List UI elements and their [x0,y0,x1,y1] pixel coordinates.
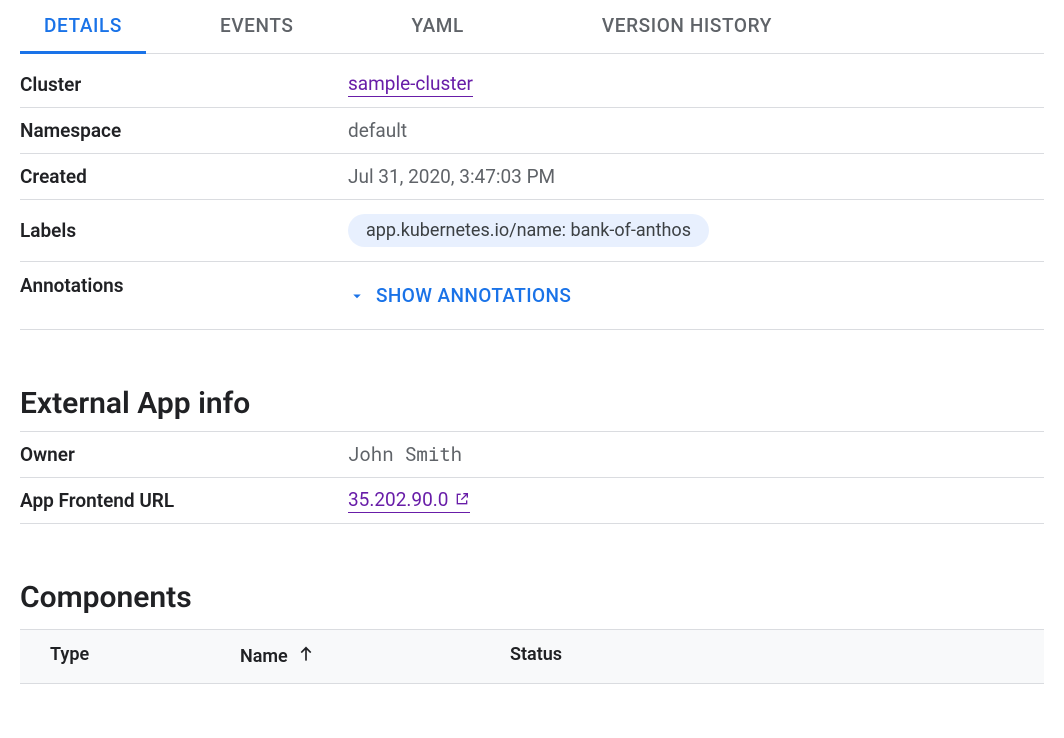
tabs-bar: DETAILS EVENTS YAML VERSION HISTORY [20,0,1044,54]
label-labels: Labels [20,219,348,242]
tab-details[interactable]: DETAILS [20,0,146,54]
label-frontend-url: App Frontend URL [20,489,348,512]
row-labels: Labels app.kubernetes.io/name: bank-of-a… [20,200,1044,262]
tab-events[interactable]: EVENTS [196,0,317,54]
label-namespace: Namespace [20,119,348,142]
column-header-status[interactable]: Status [510,644,1034,669]
label-owner: Owner [20,443,348,466]
row-cluster: Cluster sample-cluster [20,62,1044,108]
value-owner: John Smith [348,442,1044,467]
cluster-link[interactable]: sample-cluster [348,72,473,97]
column-header-name-label: Name [240,646,288,667]
row-annotations: Annotations SHOW ANNOTATIONS [20,262,1044,330]
column-header-type[interactable]: Type [30,644,240,669]
row-created: Created Jul 31, 2020, 3:47:03 PM [20,154,1044,200]
show-annotations-label: SHOW ANNOTATIONS [376,284,571,307]
components-header-row: Type Name Status [20,630,1044,683]
components-title: Components [20,580,1044,615]
label-chip[interactable]: app.kubernetes.io/name: bank-of-anthos [348,214,709,247]
tab-yaml[interactable]: YAML [387,0,487,54]
sort-ascending-icon [296,644,316,669]
row-owner: Owner John Smith [20,432,1044,478]
value-created: Jul 31, 2020, 3:47:03 PM [348,165,1044,188]
components-table: Type Name Status [20,629,1044,684]
frontend-url-link[interactable]: 35.202.90.0 [348,488,470,513]
label-annotations: Annotations [20,272,348,311]
row-namespace: Namespace default [20,108,1044,154]
details-table: Cluster sample-cluster Namespace default… [20,62,1044,330]
frontend-url-text: 35.202.90.0 [348,488,448,511]
external-link-icon [454,491,470,507]
row-frontend-url: App Frontend URL 35.202.90.0 [20,478,1044,524]
column-header-name[interactable]: Name [240,644,510,669]
label-cluster: Cluster [20,73,348,96]
value-namespace: default [348,119,1044,142]
show-annotations-button[interactable]: SHOW ANNOTATIONS [348,272,571,307]
label-created: Created [20,165,348,188]
chevron-down-icon [348,287,366,305]
tab-version-history[interactable]: VERSION HISTORY [578,0,796,54]
external-table: Owner John Smith App Frontend URL 35.202… [20,431,1044,524]
external-app-info-title: External App info [20,386,1044,421]
